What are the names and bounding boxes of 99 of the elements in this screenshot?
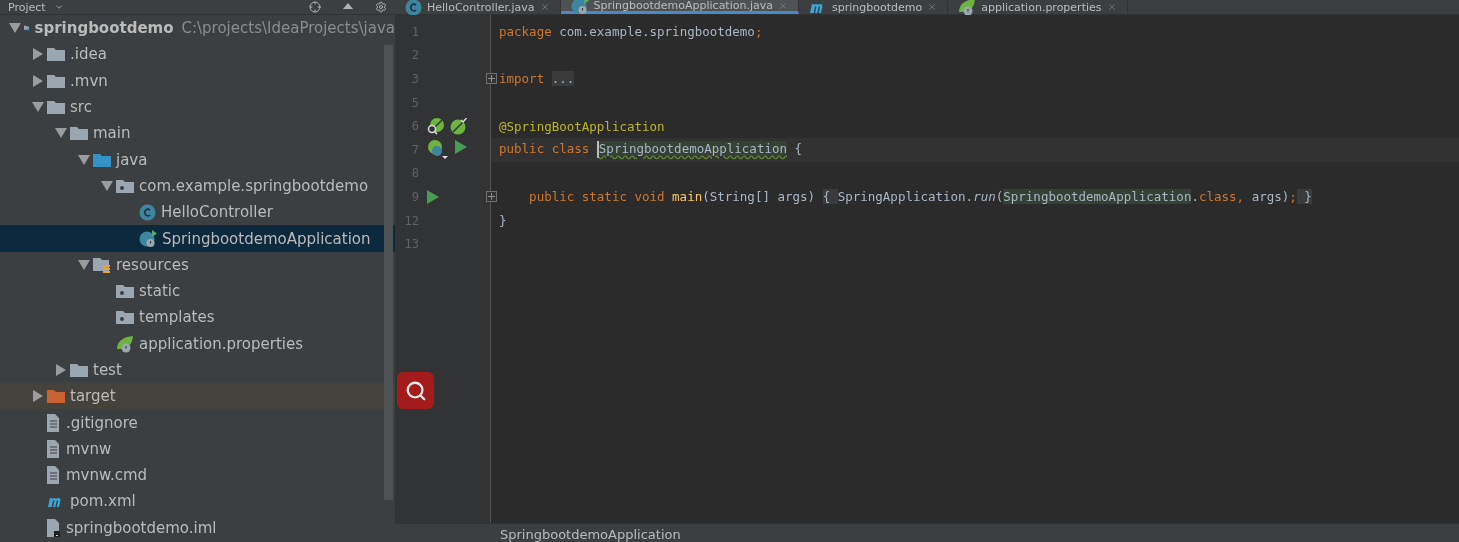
bean-search-icon[interactable] bbox=[427, 117, 444, 135]
tree-item[interactable]: java bbox=[0, 146, 395, 173]
breadcrumb[interactable]: SpringbootdemoApplication bbox=[500, 527, 681, 542]
collapsed-arrow-icon[interactable] bbox=[33, 74, 43, 87]
code-line: public class SpringbootdemoApplication { bbox=[499, 141, 803, 159]
tree-item[interactable]: springbootdemo.iml bbox=[0, 514, 395, 541]
tree-item-label: static bbox=[139, 282, 181, 301]
tree-item[interactable]: test bbox=[0, 356, 395, 384]
spring-class-icon bbox=[139, 229, 157, 248]
tree-item-label: pom.xml bbox=[70, 492, 136, 511]
tree-item-label: resources bbox=[116, 255, 189, 274]
tree-item[interactable]: .gitignore bbox=[0, 409, 395, 436]
tree-item-label: SpringbootdemoApplication bbox=[162, 229, 371, 248]
tree-item-label: springbootdemo bbox=[34, 19, 174, 38]
run-icon[interactable] bbox=[455, 139, 467, 154]
tree-item-label: main bbox=[93, 124, 131, 143]
tree-item-label: springbootdemo.iml bbox=[66, 518, 217, 537]
expanded-arrow-icon[interactable] bbox=[101, 180, 113, 191]
folder-icon bbox=[47, 73, 65, 88]
class-icon bbox=[139, 203, 156, 221]
tree-item[interactable]: com.example.springbootdemo bbox=[0, 172, 395, 200]
editor-tab[interactable]: SpringbootdemoApplication.java bbox=[560, 0, 799, 14]
tree-item[interactable]: SpringbootdemoApplication bbox=[0, 225, 395, 252]
code-line: @SpringBootApplication bbox=[499, 118, 665, 134]
tree-item[interactable]: main bbox=[0, 120, 395, 147]
collapsed-arrow-icon[interactable] bbox=[56, 364, 66, 376]
project-path: C:\projects\IdeaProjects\java bbox=[181, 19, 395, 38]
tree-item[interactable]: pom.xml bbox=[0, 488, 395, 515]
bean-class-icon[interactable] bbox=[427, 139, 449, 160]
close-icon[interactable] bbox=[927, 2, 938, 12]
code-line: public static void main(String[] args) { SpringApplication.run(SpringbootdemoApplication.class, args); } bbox=[528, 189, 1312, 205]
expanded-arrow-icon[interactable] bbox=[55, 128, 67, 139]
close-icon[interactable] bbox=[1106, 2, 1117, 12]
folder-icon bbox=[47, 100, 65, 115]
tree-item-label: application.properties bbox=[139, 334, 304, 353]
tree-item-label: .mvn bbox=[70, 71, 108, 90]
bean-check-icon[interactable] bbox=[450, 117, 467, 135]
tree-item-label: HelloController bbox=[161, 203, 273, 222]
code-line: } bbox=[499, 213, 507, 229]
tree-item-label: .gitignore bbox=[66, 413, 138, 432]
code-line: import ... bbox=[499, 71, 575, 87]
tree-item[interactable]: resources bbox=[0, 251, 395, 278]
expanded-arrow-icon[interactable] bbox=[9, 23, 21, 34]
collapsed-arrow-icon[interactable] bbox=[33, 48, 43, 61]
tree-item-label: java bbox=[116, 150, 148, 169]
tree-item-label: .idea bbox=[70, 45, 107, 64]
tree-item[interactable]: mvnw.cmd bbox=[0, 462, 395, 489]
text-file-icon bbox=[47, 439, 61, 458]
search-button[interactable] bbox=[397, 372, 434, 409]
fold-marker-icon[interactable] bbox=[486, 73, 497, 85]
tree-item-label: target bbox=[70, 387, 116, 406]
text-file-icon bbox=[47, 466, 61, 485]
spring-leaf-icon bbox=[116, 334, 134, 353]
code-line: package com.example.springbootdemo; bbox=[499, 24, 763, 40]
expanded-arrow-icon[interactable] bbox=[32, 102, 44, 113]
tree-item[interactable]: templates bbox=[0, 304, 395, 331]
file-icon bbox=[47, 518, 61, 537]
tree-item[interactable]: .mvn bbox=[0, 67, 395, 94]
close-icon[interactable] bbox=[539, 2, 550, 12]
crosshair-icon[interactable] bbox=[309, 1, 321, 13]
text-file-icon bbox=[47, 413, 61, 432]
folder-icon bbox=[70, 126, 88, 141]
tree-item[interactable]: .idea bbox=[0, 41, 395, 68]
scrollbar[interactable] bbox=[384, 45, 393, 500]
editor-tab[interactable]: application.properties bbox=[948, 0, 1128, 14]
folder-icon bbox=[70, 363, 88, 377]
tree-item-label: com.example.springbootdemo bbox=[139, 176, 369, 195]
run-icon[interactable] bbox=[427, 189, 439, 204]
expanded-arrow-icon[interactable] bbox=[78, 154, 90, 165]
tree-item-label: src bbox=[70, 98, 92, 117]
collapsed-arrow-icon[interactable] bbox=[33, 390, 43, 403]
folder-icon bbox=[116, 310, 134, 325]
tree-item[interactable]: src bbox=[0, 93, 395, 121]
tree-item[interactable]: springbootdemo C:\projects\IdeaProjects\java bbox=[0, 15, 395, 42]
editor-tab[interactable]: springbootdemo bbox=[799, 0, 949, 14]
folder-icon bbox=[93, 152, 111, 167]
tree-item[interactable]: static bbox=[0, 277, 395, 305]
settings-icon[interactable] bbox=[375, 1, 387, 13]
expanded-arrow-icon[interactable] bbox=[78, 259, 90, 270]
tree-item-label: templates bbox=[139, 308, 215, 327]
folder-icon bbox=[116, 178, 134, 193]
tree-item-label: mvnw bbox=[66, 439, 112, 458]
dropdown-caret-icon[interactable] bbox=[53, 2, 64, 12]
folder-icon bbox=[47, 47, 65, 62]
tree-item-label: mvnw.cmd bbox=[66, 466, 148, 485]
tree-item[interactable]: HelloController bbox=[0, 199, 395, 226]
folder-icon bbox=[47, 389, 65, 404]
tree-item[interactable]: application.properties bbox=[0, 330, 395, 357]
editor-tab[interactable]: HelloController.java bbox=[395, 0, 561, 14]
panel-title[interactable]: Project bbox=[8, 0, 46, 14]
tree-item[interactable]: mvnw bbox=[0, 435, 395, 463]
search-icon bbox=[404, 379, 427, 402]
fold-marker-icon[interactable] bbox=[486, 191, 497, 203]
class-icon bbox=[405, 0, 422, 16]
folder-icon bbox=[116, 284, 134, 299]
collapse-icon[interactable] bbox=[343, 3, 353, 11]
resources-folder-icon bbox=[93, 256, 111, 273]
tree-item-label: test bbox=[93, 361, 122, 379]
tree-item[interactable]: target bbox=[0, 383, 395, 410]
